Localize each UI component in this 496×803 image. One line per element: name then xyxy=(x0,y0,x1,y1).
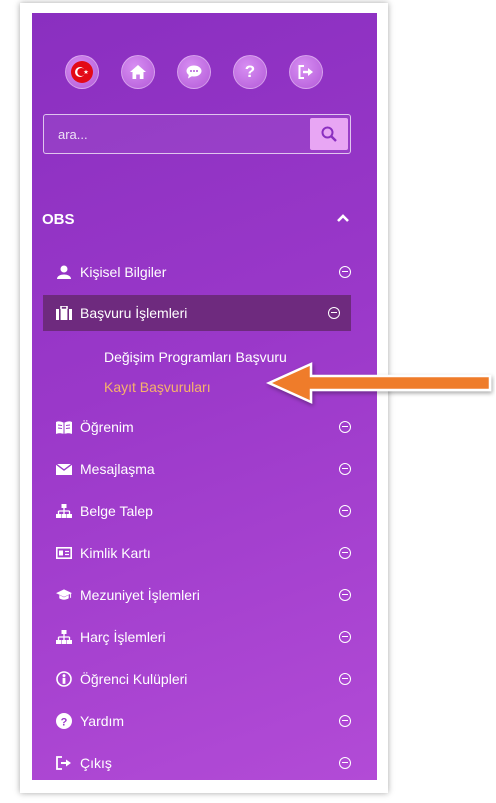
obs-section-header[interactable]: OBS xyxy=(42,211,352,233)
svg-text:?: ? xyxy=(61,716,68,728)
menu-label: Belge Talep xyxy=(80,503,153,519)
book-icon xyxy=(56,419,72,435)
menu-label: Kimlik Kartı xyxy=(80,545,151,561)
graduation-cap-icon xyxy=(56,587,72,603)
collapse-toggle-icon[interactable] xyxy=(339,673,351,685)
collapse-toggle-icon[interactable] xyxy=(339,463,351,475)
top-icon-bar: ? xyxy=(65,55,323,89)
menu-item-yardim[interactable]: ? Yardım xyxy=(32,703,352,739)
menu-label: Yardım xyxy=(80,713,125,729)
menu-item-cikis[interactable]: Çıkış xyxy=(32,745,352,780)
chevron-up-icon[interactable] xyxy=(336,213,350,223)
home-icon[interactable] xyxy=(121,55,155,89)
sitemap-icon xyxy=(56,629,72,645)
help-glyph: ? xyxy=(244,62,256,81)
collapse-toggle-icon[interactable] xyxy=(339,266,351,278)
submenu-item-kayit-basvurulari[interactable]: Kayıt Başvuruları xyxy=(104,379,211,395)
sitemap-icon xyxy=(56,503,72,519)
chat-icon[interactable] xyxy=(177,55,211,89)
club-icon xyxy=(56,671,72,687)
menu-item-ogrenci-kulupleri[interactable]: Öğrenci Kulüpleri xyxy=(32,661,352,697)
briefcase-icon xyxy=(56,305,72,321)
menu-label: Harç İşlemleri xyxy=(80,629,166,645)
collapse-toggle-icon[interactable] xyxy=(328,307,340,319)
search-icon xyxy=(321,126,337,142)
section-title: OBS xyxy=(42,211,75,228)
menu-item-kimlik-karti[interactable]: Kimlik Kartı xyxy=(32,535,352,571)
menu-item-basvuru-islemleri[interactable]: Başvuru İşlemleri xyxy=(43,295,351,331)
menu-label: Mezuniyet İşlemleri xyxy=(80,587,200,603)
menu-item-ogrenim[interactable]: Öğrenim xyxy=(32,409,352,445)
search-button[interactable] xyxy=(310,118,348,150)
collapse-toggle-icon[interactable] xyxy=(339,589,351,601)
search-box xyxy=(43,114,351,154)
submenu-item-degisim-programlari[interactable]: Değişim Programları Başvuru xyxy=(104,349,287,365)
logout-icon[interactable] xyxy=(289,55,323,89)
menu-label: Çıkış xyxy=(80,755,112,771)
menu-label: Öğrenim xyxy=(80,419,134,435)
collapse-toggle-icon[interactable] xyxy=(339,757,351,769)
search-input[interactable] xyxy=(44,115,306,153)
menu-item-mesajlasma[interactable]: Mesajlaşma xyxy=(32,451,352,487)
collapse-toggle-icon[interactable] xyxy=(339,715,351,727)
menu-label: Öğrenci Kulüpleri xyxy=(80,671,188,687)
pointer-arrow-annotation xyxy=(265,362,492,404)
user-icon xyxy=(56,264,72,280)
menu-item-mezuniyet-islemleri[interactable]: Mezuniyet İşlemleri xyxy=(32,577,352,613)
question-circle-icon: ? xyxy=(56,713,72,729)
sign-out-icon xyxy=(56,755,72,771)
menu-item-belge-talep[interactable]: Belge Talep xyxy=(32,493,352,529)
menu-label: Kişisel Bilgiler xyxy=(80,264,167,280)
collapse-toggle-icon[interactable] xyxy=(339,547,351,559)
menu-item-harc-islemleri[interactable]: Harç İşlemleri xyxy=(32,619,352,655)
id-card-icon xyxy=(56,545,72,561)
help-icon[interactable]: ? xyxy=(233,55,267,89)
envelope-icon xyxy=(56,461,72,477)
collapse-toggle-icon[interactable] xyxy=(339,505,351,517)
menu-label: Başvuru İşlemleri xyxy=(80,305,188,321)
menu-item-kisisel-bilgiler[interactable]: Kişisel Bilgiler xyxy=(32,254,352,290)
collapse-toggle-icon[interactable] xyxy=(339,421,351,433)
menu-label: Mesajlaşma xyxy=(80,461,155,477)
turkey-flag-icon[interactable] xyxy=(65,55,99,89)
collapse-toggle-icon[interactable] xyxy=(339,631,351,643)
